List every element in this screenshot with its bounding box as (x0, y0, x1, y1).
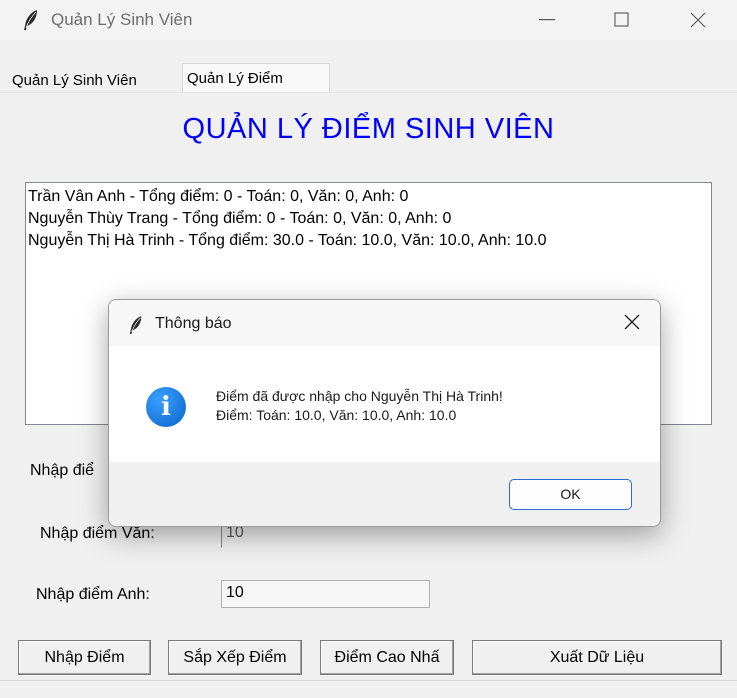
tab-quan-ly-diem[interactable]: Quản Lý Điểm (182, 63, 330, 93)
minimize-icon (539, 19, 555, 21)
maximize-icon (614, 12, 629, 27)
anh-score-label: Nhập điểm Anh: (36, 586, 150, 603)
tab-quan-ly-sinh-vien[interactable]: Quản Lý Sinh Viên (8, 67, 182, 93)
dialog-message-line1: Điểm đã được nhập cho Nguyễn Thị Hà Trin… (216, 388, 503, 404)
notification-dialog: Thông báo i Điểm đã được nhập cho Nguyễn… (108, 299, 661, 527)
list-item[interactable]: Nguyễn Thùy Trang - Tổng điểm: 0 - Toán:… (28, 208, 711, 230)
close-icon (690, 12, 706, 28)
bottom-divider (0, 680, 737, 681)
dialog-message-line2: Điểm: Toán: 10.0, Văn: 10.0, Anh: 10.0 (216, 407, 457, 423)
window-title: Quản Lý Sinh Viên (51, 10, 193, 29)
dialog-close-button[interactable] (620, 310, 644, 334)
tab-divider (0, 92, 737, 93)
dialog-title: Thông báo (155, 315, 232, 332)
maximize-button[interactable] (592, 0, 652, 40)
sap-xep-diem-button[interactable]: Sắp Xếp Điểm (168, 640, 302, 675)
tab-strip: Quản Lý Sinh Viên Quản Lý Điểm (0, 40, 737, 93)
xuat-du-lieu-button[interactable]: Xuất Dữ Liệu (472, 640, 722, 675)
title-bar: Quản Lý Sinh Viên (0, 0, 737, 40)
feather-icon (129, 316, 142, 334)
toan-score-label: Nhập điể (30, 462, 95, 479)
list-item[interactable]: Trần Vân Anh - Tổng điểm: 0 - Toán: 0, V… (28, 186, 711, 208)
page-heading: QUẢN LÝ ĐIỂM SINH VIÊN (182, 113, 555, 145)
anh-score-input[interactable]: 10 (221, 580, 430, 608)
dialog-title-bar: Thông báo (109, 300, 660, 346)
minimize-button[interactable] (518, 0, 578, 40)
dialog-body: i Điểm đã được nhập cho Nguyễn Thị Hà Tr… (109, 346, 660, 462)
feather-icon (24, 10, 37, 30)
van-score-label: Nhập điểm Văn: (40, 525, 155, 542)
ok-button[interactable]: OK (509, 479, 632, 510)
close-window-button[interactable] (668, 0, 728, 40)
close-icon (624, 314, 640, 330)
info-icon: i (146, 387, 186, 427)
list-item[interactable]: Nguyễn Thị Hà Trinh - Tổng điểm: 30.0 - … (28, 230, 711, 252)
dialog-footer: OK (109, 462, 660, 526)
diem-cao-nhat-button[interactable]: Điểm Cao Nhấ (320, 640, 454, 675)
nhap-diem-button[interactable]: Nhập Điểm (18, 640, 151, 675)
